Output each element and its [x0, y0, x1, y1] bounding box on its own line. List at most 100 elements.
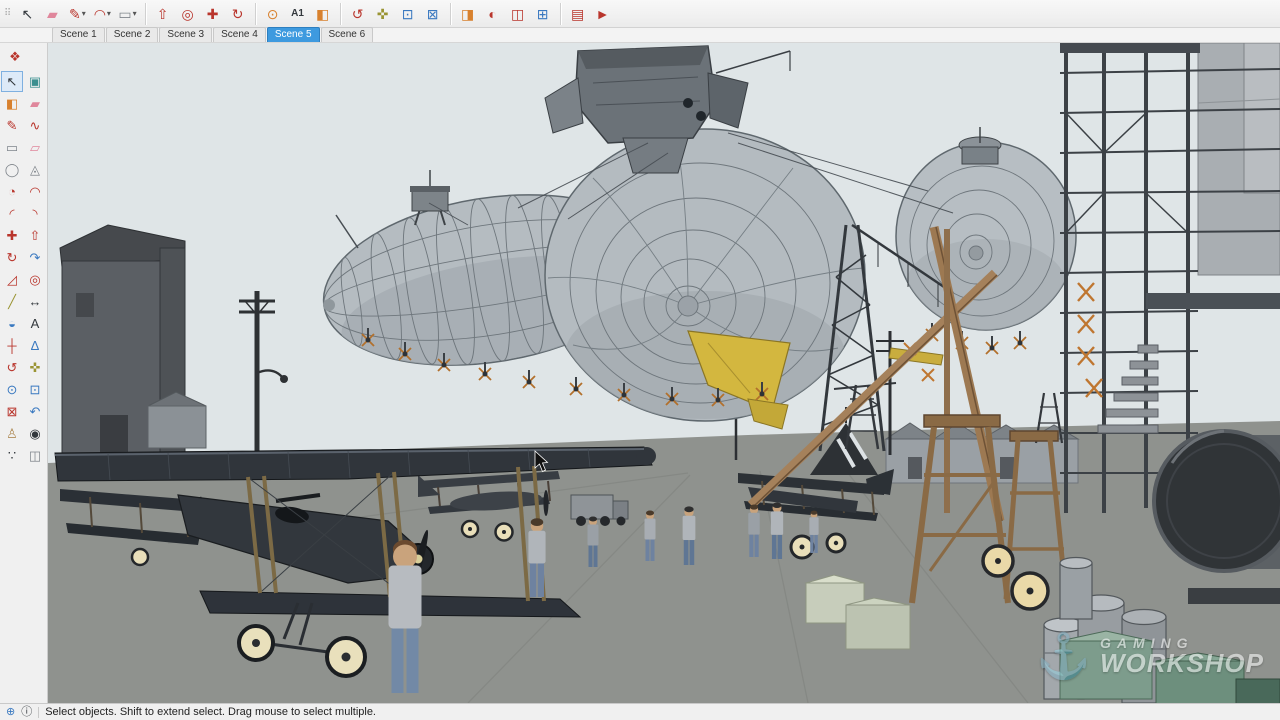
- info-icon[interactable]: ⓘ: [21, 707, 32, 718]
- orbit-icon: ↺: [7, 360, 18, 376]
- tape-measure-tool-button[interactable]: ╱: [1, 291, 23, 312]
- orbit-tool-button[interactable]: ↺: [346, 2, 370, 26]
- three-point-arc-icon: ◝: [32, 206, 37, 222]
- make-component-button[interactable]: ▣: [24, 71, 46, 92]
- offset-tool-button[interactable]: ◎: [24, 269, 46, 290]
- scene-tab-6[interactable]: Scene 6: [321, 27, 374, 42]
- rotated-rectangle-tool-button[interactable]: ▱: [24, 137, 46, 158]
- geolocation-icon[interactable]: ⊕: [6, 707, 15, 718]
- zoom-icon: ⊙: [7, 382, 18, 398]
- styles-button[interactable]: ◨: [456, 2, 480, 26]
- look-around-button[interactable]: ◉: [24, 423, 46, 444]
- dimension-icon: ↔: [29, 294, 42, 309]
- zoom-window-tool-button[interactable]: ⊡: [396, 2, 420, 26]
- line-tool-button[interactable]: ✎▾: [65, 2, 89, 26]
- shapes-tool-button[interactable]: ▭▾: [115, 2, 139, 26]
- toolbar-separator: [560, 3, 561, 25]
- orbit-tool-button[interactable]: ↺: [1, 357, 23, 378]
- follow-me-tool-button[interactable]: ↷: [24, 247, 46, 268]
- text-a1-icon: A1: [291, 9, 304, 19]
- three-point-arc-tool-button[interactable]: ◝: [24, 203, 46, 224]
- wall-top-right: [1198, 43, 1280, 275]
- select-tool-button[interactable]: ↖: [15, 2, 39, 26]
- viewport[interactable]: ⚓ GAMING WORKSHOP: [48, 43, 1280, 703]
- eraser-icon: ▰: [30, 96, 40, 112]
- freehand-tool-button[interactable]: ∿: [24, 115, 46, 136]
- look-around-icon: ◉: [29, 426, 40, 442]
- paint-bucket-tool-button[interactable]: ◧: [311, 2, 335, 26]
- text-tool-button[interactable]: A: [24, 313, 46, 334]
- scene-tab-5[interactable]: Scene 5: [267, 27, 320, 42]
- docked-tool-icon: ❖: [9, 49, 21, 65]
- protractor-tool-button[interactable]: ◒: [1, 313, 23, 334]
- walk-tool-button[interactable]: ∵: [1, 445, 23, 466]
- line-icon: ✎: [69, 7, 81, 21]
- axes-tool-button[interactable]: ┼: [1, 335, 23, 356]
- scene-tab-1[interactable]: Scene 1: [52, 27, 105, 42]
- zoom-tool-button[interactable]: ⊙: [261, 2, 285, 26]
- circle-tool-button[interactable]: ◯: [1, 159, 23, 180]
- rotate-tool-button[interactable]: ↻: [1, 247, 23, 268]
- dimension-tool-button[interactable]: ↔: [24, 291, 46, 312]
- offset-icon: ◎: [181, 7, 193, 21]
- zoom-extents-tool-button[interactable]: ⊠: [421, 2, 445, 26]
- paint-bucket-tool-button[interactable]: ◧: [1, 93, 23, 114]
- polygon-tool-button[interactable]: ◬: [24, 159, 46, 180]
- 3d-text-tool-button[interactable]: Δ: [24, 335, 46, 356]
- pan-tool-button[interactable]: ✜: [371, 2, 395, 26]
- previous-view-icon: ↶: [30, 404, 41, 420]
- pan-tool-button[interactable]: ✜: [24, 357, 46, 378]
- arc-tool-button[interactable]: ◠: [24, 181, 46, 202]
- position-camera-button[interactable]: ♙: [1, 423, 23, 444]
- eraser-tool-button[interactable]: ▰: [24, 93, 46, 114]
- tape-measure-icon: ╱: [8, 294, 16, 310]
- orbit-icon: ↺: [352, 7, 364, 21]
- zoom-window-tool-button[interactable]: ⊡: [24, 379, 46, 400]
- select-tool-button[interactable]: ↖: [1, 71, 23, 92]
- zoom-extents-icon: ⊠: [7, 404, 18, 420]
- standard-views-icon: ⊞: [537, 7, 549, 21]
- pie-tool-button[interactable]: ◔: [1, 181, 23, 202]
- zoom-tool-button[interactable]: ⊙: [1, 379, 23, 400]
- offset-tool-button[interactable]: ◎: [176, 2, 200, 26]
- circle-icon: ◯: [5, 162, 20, 178]
- rotate-tool-button[interactable]: ↻: [226, 2, 250, 26]
- move-tool-button[interactable]: ✚: [201, 2, 225, 26]
- text-tool-button[interactable]: A1: [286, 2, 310, 26]
- statusbar-divider: [38, 707, 39, 718]
- rectangle-tool-button[interactable]: ▭: [1, 137, 23, 158]
- scene-tab-3[interactable]: Scene 3: [159, 27, 212, 42]
- arc-icon: ◠: [94, 7, 106, 21]
- shadows-button[interactable]: ◐: [481, 2, 505, 26]
- previous-view-button[interactable]: ↶: [24, 401, 46, 422]
- standard-views-button[interactable]: ⊞: [531, 2, 555, 26]
- section-plane-button[interactable]: ◫: [506, 2, 530, 26]
- section-plane-tool-button[interactable]: ◫: [24, 445, 46, 466]
- scale-tool-button[interactable]: ◿: [1, 269, 23, 290]
- airship-hull-right: [896, 142, 1076, 331]
- push-pull-tool-button[interactable]: ⇧: [24, 225, 46, 246]
- chevron-down-icon[interactable]: ▾: [82, 9, 86, 18]
- eraser-tool-button[interactable]: ▰: [40, 2, 64, 26]
- scene-tab-2[interactable]: Scene 2: [106, 27, 159, 42]
- zoom-extents-tool-button[interactable]: ⊠: [1, 401, 23, 422]
- toolbar-drag-handle[interactable]: ⠿: [4, 8, 11, 19]
- shadows-icon: ◐: [488, 7, 496, 21]
- scene-tab-4[interactable]: Scene 4: [213, 27, 266, 42]
- move-tool-button[interactable]: ✚: [1, 225, 23, 246]
- eraser-icon: ▰: [47, 7, 58, 21]
- chevron-down-icon[interactable]: ▾: [133, 9, 137, 18]
- line-tool-button[interactable]: ✎: [1, 115, 23, 136]
- two-point-arc-tool-button[interactable]: ◜: [1, 203, 23, 224]
- rotate-icon: ↻: [7, 250, 18, 266]
- export-image-button[interactable]: ▤: [566, 2, 590, 26]
- docked-tool-button[interactable]: ❖: [4, 46, 26, 67]
- protractor-icon: ◒: [8, 316, 16, 331]
- chevron-down-icon[interactable]: ▾: [107, 9, 111, 18]
- export-video-button[interactable]: ►: [591, 2, 615, 26]
- push-pull-tool-button[interactable]: ⇧: [151, 2, 175, 26]
- rectangle-icon: ▭: [118, 7, 131, 21]
- rotated-rectangle-icon: ▱: [30, 140, 40, 156]
- scene-tab-bar: Scene 1 Scene 2 Scene 3 Scene 4 Scene 5 …: [0, 28, 1280, 43]
- arc-tool-button[interactable]: ◠▾: [90, 2, 114, 26]
